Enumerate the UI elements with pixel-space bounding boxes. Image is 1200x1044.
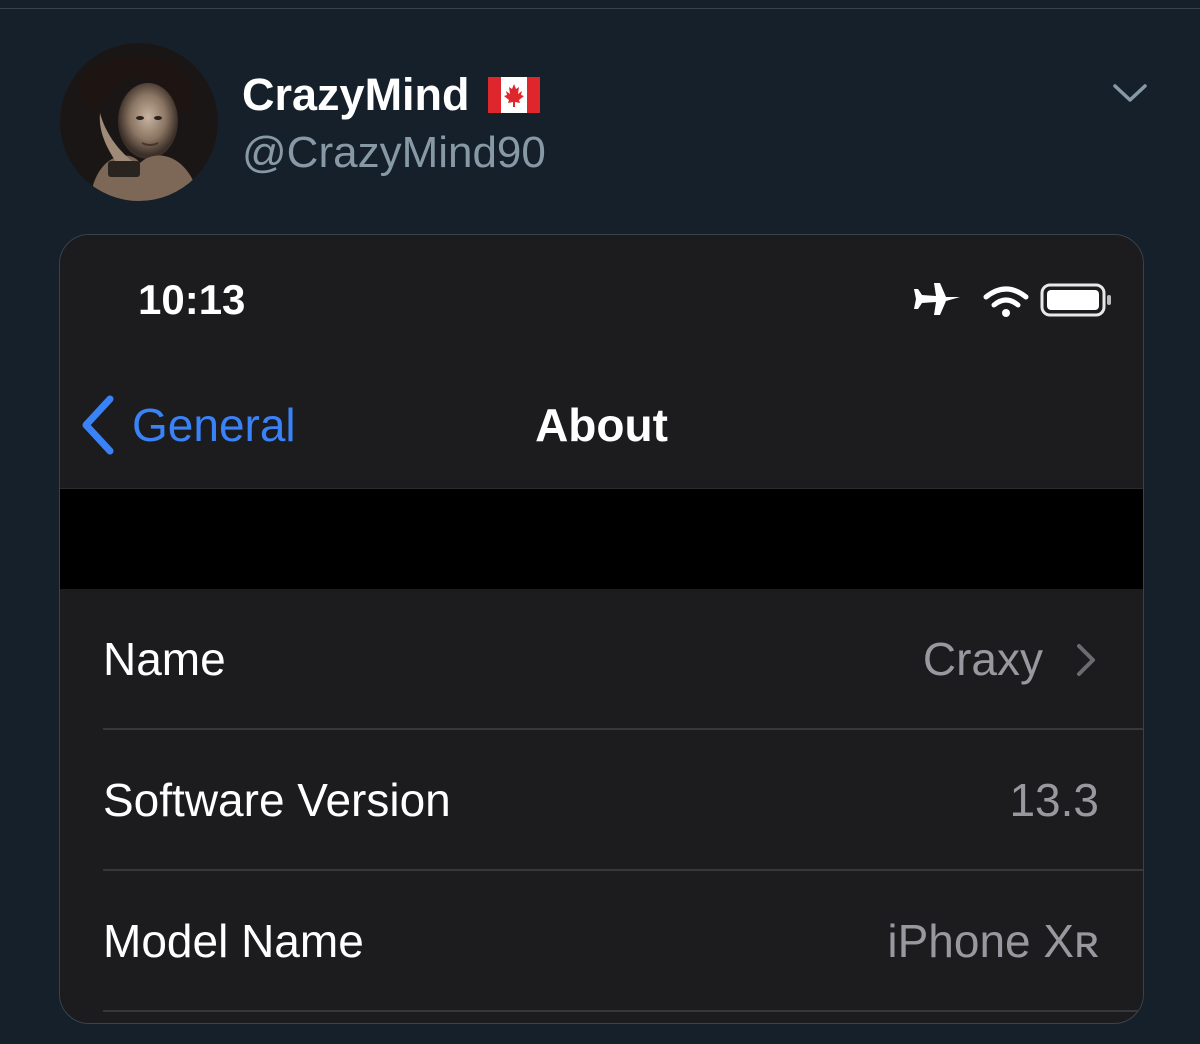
settings-row-software-version[interactable]: Software Version 13.3 — [60, 730, 1143, 871]
display-name-text: CrazyMind — [242, 69, 470, 120]
row-label: Name — [103, 633, 226, 685]
row-value-text: Craxy — [922, 633, 1043, 685]
settings-list: Name Craxy Software Version 13.3 Model N… — [60, 589, 1143, 1012]
canada-flag-icon — [487, 77, 540, 113]
airplane-mode-icon — [914, 283, 960, 315]
chevron-right-icon — [1077, 643, 1095, 676]
row-label: Model Name — [103, 915, 364, 967]
section-spacer — [60, 489, 1143, 589]
battery-icon — [1040, 283, 1111, 317]
status-time: 10:13 — [138, 276, 246, 323]
divider — [0, 8, 1200, 9]
chevron-down-icon[interactable] — [1110, 78, 1150, 108]
tweet-image[interactable]: 10:13 General About Name Craxy Software … — [59, 234, 1144, 1024]
settings-row-model-name[interactable]: Model Name iPhone Xʀ — [60, 871, 1143, 1012]
row-value: iPhone Xʀ — [887, 915, 1099, 967]
wifi-icon — [983, 286, 1029, 317]
nav-title: About — [535, 399, 668, 451]
tweet-view: CrazyMind @CrazyMind90 10:13 General Abo… — [0, 0, 1200, 1044]
row-label: Software Version — [103, 774, 451, 826]
row-value: Craxy — [923, 589, 1097, 730]
ios-header: 10:13 General About — [60, 235, 1143, 489]
username-handle[interactable]: @CrazyMind90 — [242, 126, 546, 180]
avatar-photo — [60, 43, 218, 201]
settings-row-name[interactable]: Name Craxy — [60, 589, 1143, 730]
status-icons — [914, 283, 1111, 317]
avatar[interactable] — [60, 43, 218, 201]
display-name[interactable]: CrazyMind — [242, 68, 540, 122]
row-value: 13.3 — [1009, 774, 1099, 826]
divider — [103, 1010, 1143, 1012]
